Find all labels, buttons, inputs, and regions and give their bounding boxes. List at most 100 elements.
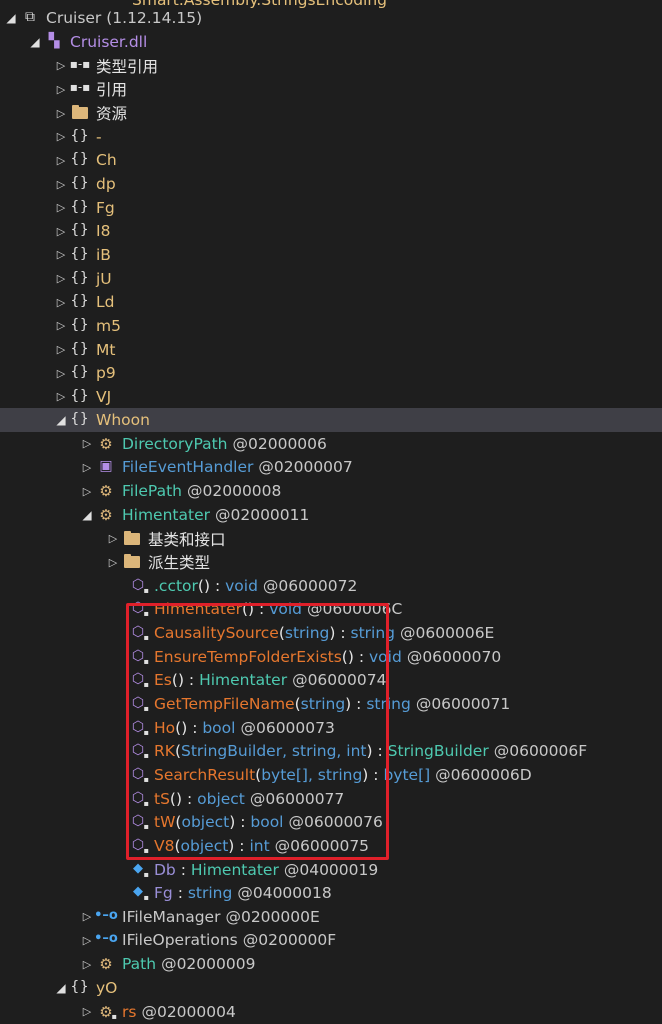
tree-row-method[interactable]: ⬡ ▪ tW(object) : bool @06000076 [0,811,662,835]
tree-row-method[interactable]: ⬡ ▪ .cctor() : void @06000072 [0,574,662,598]
method-args: string [300,695,346,714]
expand-arrow-icon[interactable]: ◢ [28,35,42,49]
tree-row-namespace[interactable]: ▷{} I8 [0,220,662,244]
tree-row-folder[interactable]: ▷ 派生类型 [0,551,662,575]
field-token: @04000019 [283,860,379,879]
expand-arrow-icon[interactable]: ◢ [54,981,68,995]
collapse-arrow-icon[interactable]: ▷ [54,272,68,285]
collapse-arrow-icon[interactable]: ▷ [54,390,68,403]
node-label: 引用 [96,81,128,100]
tree-row-field[interactable]: ◆ ▪ Fg : string @04000018 [0,882,662,906]
tree-row-field[interactable]: ◆ ▪ Db : Himentater @04000019 [0,858,662,882]
method-args: string [284,624,330,643]
tree-row-namespace[interactable]: ▷{} p9 [0,361,662,385]
collapse-arrow-icon[interactable]: ▷ [80,1005,94,1018]
collapse-arrow-icon[interactable]: ▷ [54,343,68,356]
tree-row-namespace[interactable]: ▷{} Mt [0,338,662,362]
tree-row-method[interactable]: ⬡ ▪ SearchResult(byte[], string) : byte[] @… [0,763,662,787]
tree-row-namespace[interactable]: ▷{} Ld [0,291,662,315]
collapse-arrow-icon[interactable]: ▷ [106,556,120,569]
tree-row-type[interactable]: ▷ •–o IFileManager @0200000E [0,905,662,929]
method-return-type: void [225,576,258,595]
tree-row-namespace-whoon[interactable]: ◢ {} Whoon [0,408,662,432]
field-name: Fg [154,884,173,903]
tree-row-type[interactable]: ▷ ▣ FileEventHandler @02000007 [0,456,662,480]
method-separator: : [368,765,384,784]
type-token: @02000009 [161,955,256,974]
tree-row-namespace[interactable]: ▷{} Fg [0,196,662,220]
tree-row-method[interactable]: ⬡ ▪ CausalitySource(string) : string @06000… [0,621,662,645]
tree-row-type[interactable]: ▷ ⚙ DirectoryPath @02000006 [0,432,662,456]
method-return-type: string [366,695,411,714]
expand-arrow-icon[interactable]: ◢ [4,11,18,25]
namespace-icon: {} [70,293,90,310]
method-token: @0600006F [493,742,588,761]
tree-row-module[interactable]: ◢ ▚ Cruiser.dll [0,30,662,54]
collapse-arrow-icon[interactable]: ▷ [80,910,94,923]
tree-row-method[interactable]: ⬡ ▪ tS() : object @06000077 [0,787,662,811]
tree-row-node[interactable]: ▷ ▪-▪ 类型引用 [0,54,662,78]
node-label: Ld [96,293,115,312]
collapse-arrow-icon[interactable]: ▷ [54,248,68,261]
tree-row-method[interactable]: ⬡ ▪ Ho() : bool @06000073 [0,716,662,740]
tree-row-node[interactable]: ▷ ▪-▪ 引用 [0,78,662,102]
tree-row-namespace[interactable]: ▷{} Ch [0,149,662,173]
tree-row-type[interactable]: ▷ ⚙ Path @02000009 [0,952,662,976]
node-label: VJ [96,387,112,406]
type-reference-icon: ▪-▪ [69,56,91,71]
method-return-type: void [269,600,302,619]
tree-row-method[interactable]: ⬡ ▪ Himentater() : void @0600006C [0,598,662,622]
folder-label: 基类和接口 [148,530,226,549]
type-token: @02000008 [187,482,282,501]
collapse-arrow-icon[interactable]: ▷ [106,532,120,545]
tree-row-method[interactable]: ⬡ ▪ GetTempFileName(string) : string @06000… [0,692,662,716]
tree-row-method[interactable]: ⬡ ▪ V8(object) : int @06000075 [0,834,662,858]
tree-row-namespace[interactable]: ▷{} VJ [0,385,662,409]
expand-arrow-icon[interactable]: ◢ [54,413,68,427]
collapse-arrow-icon[interactable]: ▷ [54,130,68,143]
collapse-arrow-icon[interactable]: ▷ [54,178,68,191]
tree-row-class-himentater[interactable]: ◢ ⚙ Himentater @02000011 [0,503,662,527]
collapse-arrow-icon[interactable]: ▷ [54,59,68,72]
collapse-arrow-icon[interactable]: ▷ [54,154,68,167]
tree-row-namespace[interactable]: ▷{} - [0,125,662,149]
tree-row-assembly[interactable]: ◢ ⧉ Cruiser (1.12.14.15) [0,6,662,30]
tree-row-method[interactable]: ⬡ ▪ Es() : Himentater @06000074 [0,669,662,693]
tree-row-namespace[interactable]: ▷{} m5 [0,314,662,338]
tree-row-type[interactable]: ▷ •–o IFileOperations @0200000F [0,929,662,953]
tree-row-namespace[interactable]: ▷{} jU [0,267,662,291]
collapse-arrow-icon[interactable]: ▷ [54,367,68,380]
collapse-arrow-icon[interactable]: ▷ [80,934,94,947]
collapse-arrow-icon[interactable]: ▷ [54,201,68,214]
tree-row-type[interactable]: ▷ ⚙ FilePath @02000008 [0,479,662,503]
tree-row-method[interactable]: ⬡ ▪ RK(StringBuilder, string, int) : Strin… [0,740,662,764]
collapse-arrow-icon[interactable]: ▷ [80,461,94,474]
collapse-arrow-icon[interactable]: ▷ [54,83,68,96]
method-separator: : [187,718,203,737]
expand-arrow-icon[interactable]: ◢ [80,508,94,522]
tree-row-namespace[interactable]: ▷{} dp [0,172,662,196]
type-token: @0200000E [225,907,320,926]
collapse-arrow-icon[interactable]: ▷ [54,107,68,120]
tree-row-namespace[interactable]: ▷{} iB [0,243,662,267]
tree-row-folder[interactable]: ▷ 基类和接口 [0,527,662,551]
tree-row-node[interactable]: ▷ 资源 [0,101,662,125]
tree-row-namespace-yo[interactable]: ◢ {} yO [0,976,662,1000]
method-icon: ⬡ ▪ [131,789,149,808]
tree-row-method[interactable]: ⬡ ▪ EnsureTempFolderExists() : void @060000… [0,645,662,669]
tree-row-type[interactable]: ▷ ⚙ ▪ rs @02000004 [0,1000,662,1024]
namespace-icon: {} [70,127,90,144]
collapse-arrow-icon[interactable]: ▷ [80,485,94,498]
collapse-arrow-icon[interactable]: ▷ [54,225,68,238]
reference-icon: ▪-▪ [69,80,91,95]
collapse-arrow-icon[interactable]: ▷ [80,958,94,971]
interface-icon: •–o [94,931,118,947]
method-token: @06000076 [288,813,383,832]
method-return-type: void [369,647,402,666]
lock-icon: ▪ [143,869,149,879]
node-label: I8 [96,222,111,241]
method-return-type: Himentater [199,671,288,690]
collapse-arrow-icon[interactable]: ▷ [54,296,68,309]
collapse-arrow-icon[interactable]: ▷ [80,437,94,450]
collapse-arrow-icon[interactable]: ▷ [54,319,68,332]
